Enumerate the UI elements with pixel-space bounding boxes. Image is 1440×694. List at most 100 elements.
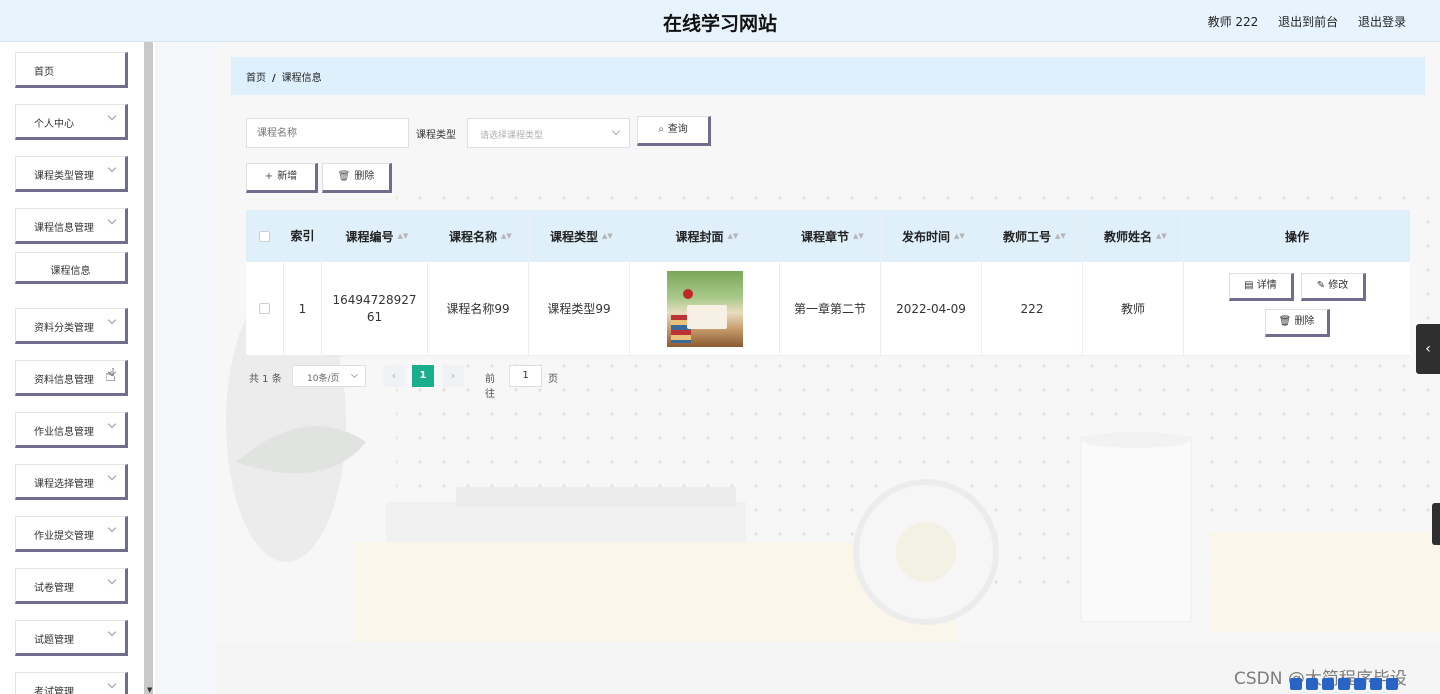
header-index: 索引	[284, 210, 322, 262]
header-publish-date[interactable]: 发布时间 ▲▼	[881, 210, 982, 262]
breadcrumb-home[interactable]: 首页	[246, 73, 266, 84]
prev-page-button[interactable]: ‹	[383, 365, 405, 387]
header-label: 课程章节	[800, 229, 849, 244]
ime-icon[interactable]	[1386, 678, 1398, 690]
edit-button[interactable]: ✎ 修改	[1301, 273, 1366, 301]
sidebar-item-course-info[interactable]: 课程信息管理	[15, 208, 128, 244]
header-label: 课程编号	[345, 229, 394, 244]
header-teacher-id[interactable]: 教师工号 ▲▼	[982, 210, 1083, 262]
ime-toolbar	[1290, 678, 1440, 694]
chevron-down-icon	[107, 315, 117, 325]
sidebar-item-course-type[interactable]: 课程类型管理	[15, 156, 128, 192]
cell-operations: ▤ 详情 ✎ 修改 🗑 删除	[1184, 262, 1410, 355]
cell-index: 1	[284, 262, 322, 355]
sort-icon[interactable]: ▲▼	[954, 233, 965, 240]
header-course-name[interactable]: 课程名称 ▲▼	[428, 210, 529, 262]
chevron-down-icon	[107, 419, 117, 429]
sort-icon[interactable]: ▲▼	[853, 233, 864, 240]
sidebar: 首页 个人中心 课程类型管理 课程信息管理 课程信息 资料分类管理 资料信息管理…	[0, 42, 155, 694]
sidebar-item-label: 作业提交管理	[34, 531, 94, 542]
header-course-no[interactable]: 课程编号 ▲▼	[322, 210, 428, 262]
goto-unit: 页	[548, 374, 558, 385]
sidebar-item-label: 课程类型管理	[34, 171, 94, 182]
page-size-select[interactable]: 10条/页	[292, 365, 366, 387]
header-label: 课程类型	[549, 229, 598, 244]
sidebar-scrollbar[interactable]	[144, 42, 153, 694]
header-links: 教师 222 退出到前台 退出登录	[1192, 13, 1406, 30]
sidebar-item-personal-center[interactable]: 个人中心	[15, 104, 128, 140]
cell-teacher-id: 222	[982, 262, 1083, 355]
header-course-type[interactable]: 课程类型 ▲▼	[529, 210, 630, 262]
sidebar-item-exam[interactable]: 考试管理	[15, 672, 128, 694]
ime-icon[interactable]	[1370, 678, 1382, 690]
sort-icon[interactable]: ▲▼	[728, 233, 739, 240]
logout-link[interactable]: 退出登录	[1358, 15, 1406, 29]
sort-icon[interactable]: ▲▼	[398, 233, 409, 240]
ime-icon[interactable]	[1306, 678, 1318, 690]
sidebar-subitem-course-info[interactable]: 课程信息	[15, 252, 128, 284]
chevron-down-icon	[350, 370, 359, 379]
sort-icon[interactable]: ▲▼	[602, 233, 613, 240]
exit-to-front-link[interactable]: 退出到前台	[1278, 15, 1338, 29]
course-type-select[interactable]: 请选择课程类型	[467, 118, 630, 148]
next-page-button[interactable]: ›	[442, 365, 464, 387]
breadcrumb-separator: /	[272, 73, 276, 84]
header-label: 课程封面	[675, 229, 724, 244]
add-button-label: 新增	[277, 171, 298, 182]
sidebar-item-label: 资料信息管理	[34, 375, 94, 386]
edit-icon: ✎	[1316, 280, 1329, 291]
select-all-checkbox[interactable]	[259, 230, 270, 242]
cell-course-name: 课程名称99	[428, 262, 529, 355]
apple	[682, 288, 693, 299]
row-select[interactable]	[246, 262, 284, 355]
row-delete-button[interactable]: 🗑 删除	[1265, 309, 1330, 337]
sort-icon[interactable]: ▲▼	[501, 233, 512, 240]
add-button[interactable]: + 新增	[246, 163, 318, 193]
table-header: 索引 课程编号 ▲▼ 课程名称 ▲▼ 课程类型 ▲▼ 课程封面 ▲▼ 课程章节 ▲▼ 发布…	[246, 210, 1410, 262]
goto-label: 前往	[485, 374, 495, 400]
header-course-cover[interactable]: 课程封面 ▲▼	[630, 210, 780, 262]
sidebar-item-questions[interactable]: 试题管理	[15, 620, 128, 656]
ime-icon[interactable]	[1290, 678, 1302, 690]
sidebar-item-home[interactable]: 首页	[15, 52, 128, 88]
header-chapter[interactable]: 课程章节 ▲▼	[780, 210, 881, 262]
header-select-all[interactable]	[246, 210, 284, 262]
sort-icon[interactable]: ▲▼	[1156, 233, 1167, 240]
course-cover-image[interactable]	[666, 270, 743, 347]
detail-button[interactable]: ▤ 详情	[1229, 273, 1294, 301]
sort-icon[interactable]: ▲▼	[1055, 233, 1066, 240]
goto-page-input[interactable]: 1	[509, 365, 542, 387]
side-panel-toggle[interactable]: ‹	[1416, 324, 1440, 374]
chevron-down-icon	[107, 627, 117, 637]
scroll-down-arrow-icon[interactable]: ▼	[147, 686, 152, 694]
ime-icon[interactable]	[1354, 678, 1366, 690]
header-teacher-name[interactable]: 教师姓名 ▲▼	[1083, 210, 1184, 262]
ime-icon[interactable]	[1322, 678, 1334, 690]
chevron-down-icon	[107, 163, 117, 173]
sidebar-item-label: 课程信息管理	[34, 223, 94, 234]
sidebar-subitem-label: 课程信息	[50, 266, 91, 277]
cell-chapter: 第一章第二节	[780, 262, 881, 355]
cell-course-cover	[630, 262, 780, 355]
chevron-down-icon	[611, 126, 621, 136]
batch-delete-button[interactable]: 🗑 删除	[322, 163, 392, 193]
sidebar-item-material-category[interactable]: 资料分类管理	[15, 308, 128, 344]
sidebar-item-homework-submit[interactable]: 作业提交管理	[15, 516, 128, 552]
sidebar-item-label: 首页	[34, 67, 54, 78]
query-button-label: 查询	[667, 124, 688, 135]
course-table: 索引 课程编号 ▲▼ 课程名称 ▲▼ 课程类型 ▲▼ 课程封面 ▲▼ 课程章节 ▲▼ 发布…	[246, 210, 1410, 356]
query-button[interactable]: ⌕ 查询	[637, 116, 711, 146]
header-label: 教师工号	[1002, 229, 1051, 244]
ime-icon[interactable]	[1338, 678, 1350, 690]
page-size-value: 10条/页	[307, 374, 340, 384]
sidebar-item-course-selection[interactable]: 课程选择管理	[15, 464, 128, 500]
sidebar-item-exam-paper[interactable]: 试卷管理	[15, 568, 128, 604]
edit-button-label: 修改	[1328, 280, 1349, 291]
sidebar-item-label: 试卷管理	[34, 583, 74, 594]
side-panel-tab[interactable]	[1432, 503, 1440, 545]
sidebar-item-homework-info[interactable]: 作业信息管理	[15, 412, 128, 448]
row-checkbox[interactable]	[259, 303, 270, 314]
course-name-input[interactable]	[246, 118, 409, 148]
current-page-button[interactable]: 1	[412, 365, 434, 387]
cell-teacher-name: 教师	[1083, 262, 1184, 355]
